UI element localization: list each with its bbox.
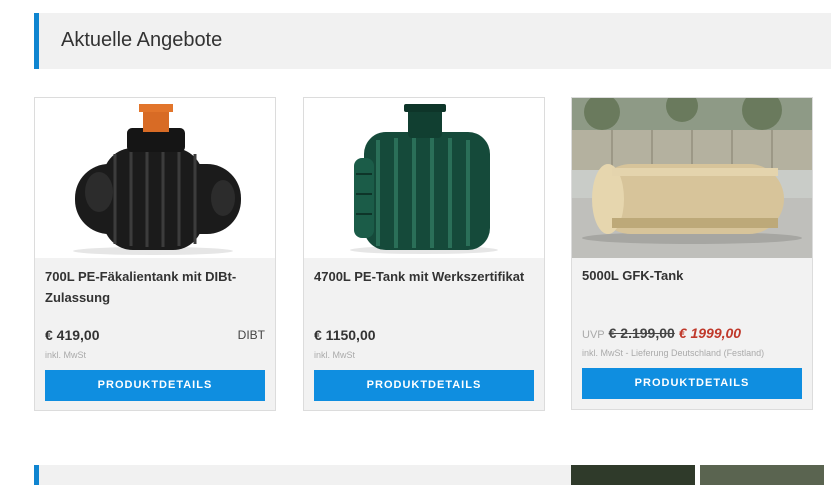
product-details-button[interactable]: PRODUKTDETAILS (45, 370, 265, 401)
product-details-button[interactable]: PRODUKTDETAILS (582, 368, 802, 399)
tax-note: inkl. MwSt - Lieferung Deutschland (Fest… (582, 348, 765, 358)
product-title[interactable]: 5000L GFK-Tank (582, 265, 802, 286)
sale-price: € 1999,00 (678, 325, 742, 341)
next-section-header (34, 465, 571, 485)
tax-note: inkl. MwSt (314, 350, 356, 360)
section-title: Aktuelle Angebote (61, 29, 223, 51)
product-card-2: 4700L PE-Tank mit Werkszertifikat € 1150… (303, 97, 545, 411)
product-image-black-tank[interactable] (35, 98, 275, 258)
uvp-label: UVP (582, 329, 605, 341)
product-image-green-tank[interactable] (304, 98, 544, 258)
product-image-gfk-tank[interactable] (572, 98, 812, 258)
product-price-block: UVP € 2.199,00 € 1999,00 (582, 325, 741, 341)
product-details-button[interactable]: PRODUKTDETAILS (314, 370, 534, 401)
product-price: € 1150,00 (314, 327, 376, 343)
old-price: € 2.199,00 (608, 325, 675, 341)
tax-note: inkl. MwSt (45, 350, 87, 360)
product-card-1: 700L PE-Fäkalientank mit DIBt-Zulassung … (34, 97, 276, 411)
product-card-3: 5000L GFK-Tank UVP € 2.199,00 € 1999,00 in… (571, 97, 813, 410)
product-badge: DIBT (237, 328, 265, 342)
product-price: € 419,00 (45, 327, 100, 343)
next-thumbnail-1[interactable] (571, 465, 695, 485)
next-thumbnail-2[interactable] (700, 465, 824, 485)
product-title[interactable]: 4700L PE-Tank mit Werkszertifikat (314, 266, 534, 287)
product-title[interactable]: 700L PE-Fäkalientank mit DIBt-Zulassung (45, 266, 265, 308)
section-header: Aktuelle Angebote (34, 13, 831, 69)
